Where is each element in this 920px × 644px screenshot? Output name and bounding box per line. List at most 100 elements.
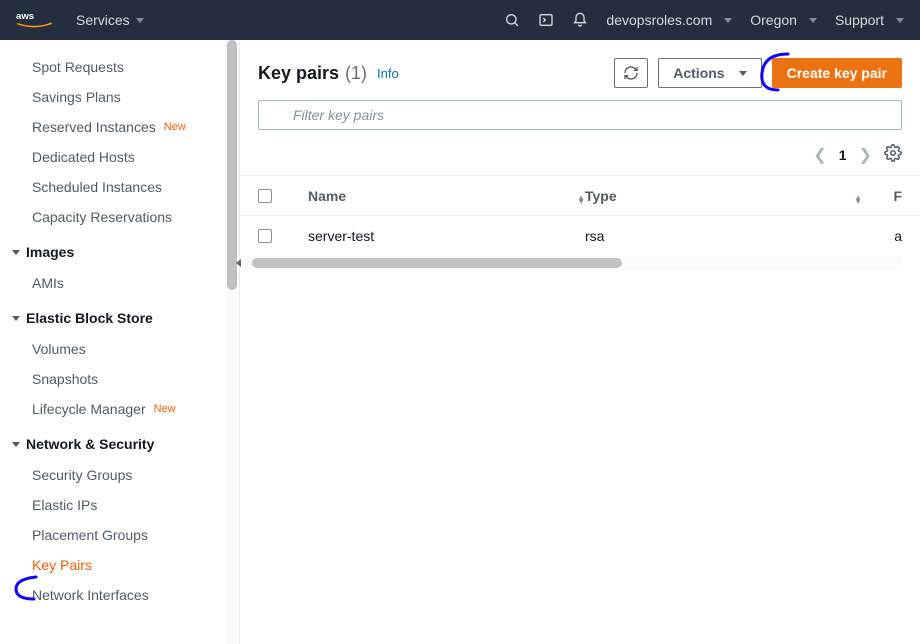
- page-number: 1: [839, 147, 847, 163]
- caret-down-icon: [12, 250, 20, 255]
- group-title: Elastic Block Store: [26, 310, 153, 326]
- cell-type: rsa: [585, 228, 862, 244]
- notifications-icon[interactable]: [572, 12, 588, 28]
- account-menu[interactable]: devopsroles.com: [606, 12, 732, 28]
- sidebar-item-label: Key Pairs: [32, 557, 92, 573]
- global-nav: aws Services devopsroles.com Oregon Supp…: [0, 0, 920, 40]
- caret-down-icon: [12, 316, 20, 321]
- sidebar-item-snapshots[interactable]: Snapshots: [0, 364, 225, 394]
- sidebar-group-network-security[interactable]: Network & Security: [0, 428, 225, 460]
- table-horizontal-scrollbar[interactable]: [246, 256, 902, 270]
- services-menu[interactable]: Services: [76, 12, 144, 28]
- page-prev-button[interactable]: ❮: [813, 145, 826, 165]
- page-title: Key pairs (1): [258, 63, 367, 84]
- create-label: Create key pair: [787, 65, 887, 81]
- sort-icon[interactable]: ▲▼: [854, 187, 862, 204]
- aws-logo[interactable]: aws: [16, 9, 52, 31]
- actions-label: Actions: [673, 65, 724, 81]
- sidebar-item-label: Volumes: [32, 341, 86, 357]
- sidebar-item-label: AMIs: [32, 275, 64, 291]
- new-badge: New: [164, 121, 186, 133]
- column-label: F: [893, 188, 902, 204]
- sidebar-item-label: Savings Plans: [32, 89, 121, 105]
- region-menu[interactable]: Oregon: [750, 12, 817, 28]
- sidebar-scrollbar[interactable]: [225, 40, 239, 644]
- row-checkbox[interactable]: [258, 229, 272, 243]
- column-label: Name: [308, 188, 346, 204]
- svg-text:aws: aws: [16, 11, 34, 22]
- cell-trailing: a: [862, 228, 902, 244]
- filter-input[interactable]: [258, 100, 902, 130]
- pagination: ❮ 1 ❯: [240, 144, 920, 175]
- sidebar-item-volumes[interactable]: Volumes: [0, 334, 225, 364]
- sidebar-group-images[interactable]: Images: [0, 236, 225, 268]
- sidebar-item-label: Capacity Reservations: [32, 209, 172, 225]
- sidebar-item-dedicated-hosts[interactable]: Dedicated Hosts: [0, 142, 225, 172]
- sidebar-item-label: Lifecycle Manager: [32, 401, 146, 417]
- scrollbar-thumb[interactable]: [252, 258, 622, 268]
- new-badge: New: [154, 403, 176, 415]
- sort-icon[interactable]: ▲▼: [577, 187, 585, 204]
- region-name: Oregon: [750, 12, 797, 28]
- sidebar-item-spot-requests[interactable]: Spot Requests: [0, 52, 225, 82]
- key-pairs-table: Name ▲▼ Type ▲▼ F server-test rsa a: [240, 175, 920, 256]
- search-icon[interactable]: [504, 12, 520, 28]
- sidebar-item-label: Dedicated Hosts: [32, 149, 135, 165]
- sidebar-item-reserved-instances[interactable]: Reserved Instances New: [0, 112, 225, 142]
- sidebar-item-capacity-reservations[interactable]: Capacity Reservations: [0, 202, 225, 232]
- group-title: Network & Security: [26, 436, 154, 452]
- scrollbar-thumb[interactable]: [227, 40, 237, 290]
- column-header-type[interactable]: Type ▲▼: [585, 187, 862, 204]
- services-label: Services: [76, 12, 130, 28]
- caret-down-icon: [809, 18, 817, 23]
- sidebar-item-network-interfaces[interactable]: Network Interfaces: [0, 580, 225, 610]
- refresh-icon: [623, 65, 639, 81]
- sidebar-item-label: Network Interfaces: [32, 587, 149, 603]
- main-content: Key pairs (1) Info Actions Create key pa…: [240, 40, 920, 644]
- caret-down-icon: [739, 71, 747, 76]
- column-header-name[interactable]: Name ▲▼: [308, 187, 585, 204]
- page-title-text: Key pairs: [258, 63, 339, 84]
- gear-icon: [884, 144, 902, 162]
- table-settings-button[interactable]: [884, 144, 902, 165]
- sidebar-group-ebs[interactable]: Elastic Block Store: [0, 302, 225, 334]
- info-link[interactable]: Info: [377, 66, 399, 81]
- actions-menu-button[interactable]: Actions: [658, 58, 761, 88]
- support-label: Support: [835, 12, 884, 28]
- sidebar-item-scheduled-instances[interactable]: Scheduled Instances: [0, 172, 225, 202]
- sidebar-item-label: Placement Groups: [32, 527, 148, 543]
- column-header-trailing[interactable]: F: [862, 188, 902, 204]
- sidebar-item-label: Spot Requests: [32, 59, 124, 75]
- table-header-row: Name ▲▼ Type ▲▼ F: [240, 176, 920, 216]
- sidebar-item-amis[interactable]: AMIs: [0, 268, 225, 298]
- caret-down-icon: [724, 18, 732, 23]
- sidebar-item-lifecycle-manager[interactable]: Lifecycle Manager New: [0, 394, 225, 424]
- sidebar-item-key-pairs[interactable]: Key Pairs: [0, 550, 225, 580]
- sidebar-item-elastic-ips[interactable]: Elastic IPs: [0, 490, 225, 520]
- sidebar-item-label: Snapshots: [32, 371, 98, 387]
- support-menu[interactable]: Support: [835, 12, 904, 28]
- column-label: Type: [585, 188, 617, 204]
- sidebar-item-placement-groups[interactable]: Placement Groups: [0, 520, 225, 550]
- table-row[interactable]: server-test rsa a: [240, 216, 920, 256]
- sidebar-item-label: Reserved Instances: [32, 119, 156, 135]
- sidebar-item-savings-plans[interactable]: Savings Plans: [0, 82, 225, 112]
- page-count: (1): [345, 63, 367, 84]
- create-key-pair-button[interactable]: Create key pair: [772, 58, 902, 88]
- page-next-button[interactable]: ❯: [859, 145, 872, 165]
- scroll-left-icon: [236, 259, 241, 267]
- refresh-button[interactable]: [614, 58, 648, 88]
- cloudshell-icon[interactable]: [538, 12, 554, 28]
- sidebar: Spot Requests Savings Plans Reserved Ins…: [0, 40, 240, 644]
- cell-name: server-test: [308, 228, 585, 244]
- sidebar-item-security-groups[interactable]: Security Groups: [0, 460, 225, 490]
- caret-down-icon: [896, 18, 904, 23]
- caret-down-icon: [12, 442, 20, 447]
- sidebar-item-label: Security Groups: [32, 467, 132, 483]
- sidebar-item-label: Scheduled Instances: [32, 179, 162, 195]
- group-title: Images: [26, 244, 74, 260]
- sidebar-item-label: Elastic IPs: [32, 497, 97, 513]
- account-name: devopsroles.com: [606, 12, 712, 28]
- select-all-checkbox[interactable]: [258, 189, 272, 203]
- caret-down-icon: [136, 18, 144, 23]
